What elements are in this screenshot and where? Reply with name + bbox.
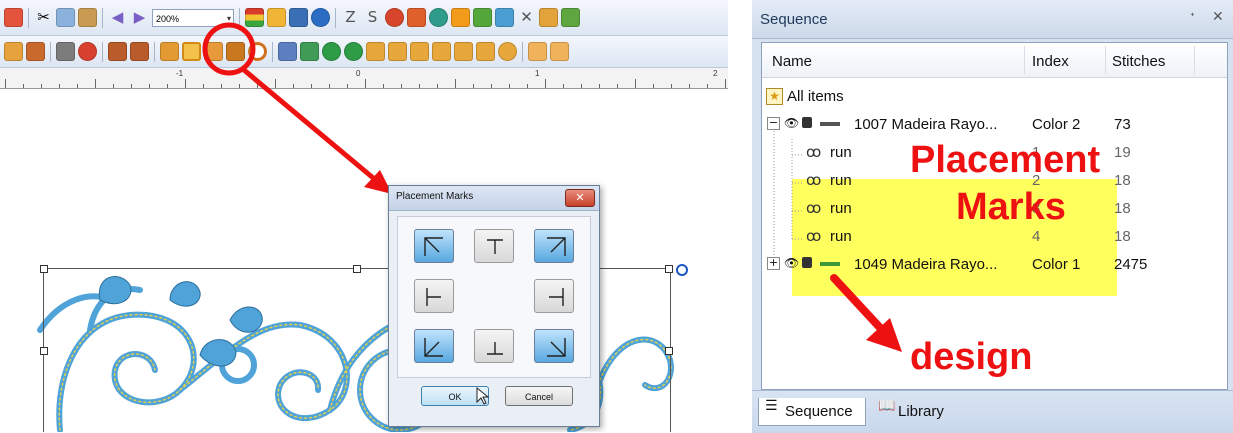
thread-color-icon [820,262,840,266]
annotation-placement: Placement [910,139,1101,181]
row-stitches: 18 [1114,172,1131,189]
lock-icon[interactable] [802,117,812,128]
row-stitches: 18 [1114,200,1131,217]
expand-toggle-icon[interactable]: + [767,257,780,270]
mark-bottom-right-icon [547,338,566,357]
mark-middle-right-icon [549,288,564,306]
run-stitch-icon: ꝏ [806,143,822,161]
close-button[interactable]: ✕ [565,189,595,207]
row-index: Color 2 [1032,116,1081,133]
dialog-title-bar: Placement Marks ✕ [389,186,599,211]
row-name: run [830,228,852,245]
placement-mark-top-left-button[interactable] [414,229,454,263]
pin-icon[interactable]: ᐩ [1190,10,1195,24]
tab-library[interactable]: 📖 Library [872,398,962,426]
column-divider[interactable] [1194,46,1195,74]
panel-title-bar: Sequence ᐩ ✕ [752,0,1233,39]
eye-icon[interactable]: 👁 [784,116,799,130]
mark-top-right-icon [547,237,566,256]
mark-top-left-icon [424,237,443,256]
placement-mark-top-right-button[interactable] [534,229,574,263]
panel-tab-bar: ☰ Sequence 📖 Library [752,390,1233,433]
callout-arrow [830,274,902,352]
list-header: Name Index Stitches [762,43,1227,78]
thread-color-icon [820,122,840,126]
mark-middle-left-icon [426,288,441,306]
list-item-all[interactable]: ★ All items [762,83,1227,110]
dialog-title: Placement Marks [396,191,474,202]
embroidery-editor-window: ✂ ◀ ▶ 200% ▾ Z S ✕ -1 0 1 2 Placement Ma… [0,0,728,432]
cancel-button[interactable]: Cancel [505,386,573,406]
row-index: Color 1 [1032,256,1081,273]
column-header-stitches[interactable]: Stitches [1112,53,1165,70]
tab-library-label: Library [898,403,944,420]
row-name: run [830,200,852,217]
eye-icon[interactable]: 👁 [784,256,799,270]
sequence-panel: Sequence ᐩ ✕ Name Index Stitches ★ All i… [752,0,1233,433]
placement-mark-bottom-left-button[interactable] [414,329,454,363]
column-header-index[interactable]: Index [1032,53,1069,70]
column-divider[interactable] [1024,46,1025,74]
marks-panel [397,216,591,378]
list-icon: ☰ [765,398,778,414]
run-stitch-icon: ꝏ [806,227,822,245]
row-index: 4 [1032,228,1041,245]
close-icon[interactable]: ✕ [1212,9,1224,25]
placement-mark-top-center-button[interactable] [474,229,514,263]
tab-sequence-label: Sequence [785,403,853,420]
placement-mark-middle-left-button[interactable] [414,279,454,313]
row-name: 1007 Madeira Rayo... [854,116,998,133]
callout-arrow [202,22,392,194]
row-name: run [830,172,852,189]
row-stitches: 73 [1114,116,1131,133]
expand-toggle-icon[interactable]: − [767,117,780,130]
sequence-list: Name Index Stitches ★ All items −👁1007 [761,42,1228,390]
placement-mark-middle-right-button[interactable] [534,279,574,313]
annotation-marks: Marks [956,186,1066,228]
tab-sequence[interactable]: ☰ Sequence [758,398,866,426]
annotation-design: design [910,336,1033,378]
row-stitches: 18 [1114,228,1131,245]
book-icon: 📖 [878,398,896,414]
row-stitches: 2475 [1114,256,1148,273]
mark-bottom-left-icon [424,338,443,357]
lock-icon[interactable] [802,257,812,268]
row-name: run [830,144,852,161]
run-stitch-icon: ꝏ [806,171,822,189]
placement-marks-dialog: Placement Marks ✕ OK Cancel [388,185,600,427]
mouse-cursor-icon [476,386,490,405]
column-divider[interactable] [1105,46,1106,74]
row-stitches: 19 [1114,144,1131,161]
mark-top-center-icon [487,239,503,254]
placement-mark-bottom-right-button[interactable] [534,329,574,363]
mark-bottom-center-icon [487,342,503,355]
placement-mark-bottom-center-button[interactable] [474,329,514,363]
panel-title: Sequence [760,11,828,28]
color-block-row[interactable]: − 👁 1007 Madeira Rayo... Color 2 73 [762,111,1227,138]
run-stitch-icon: ꝏ [806,199,822,217]
